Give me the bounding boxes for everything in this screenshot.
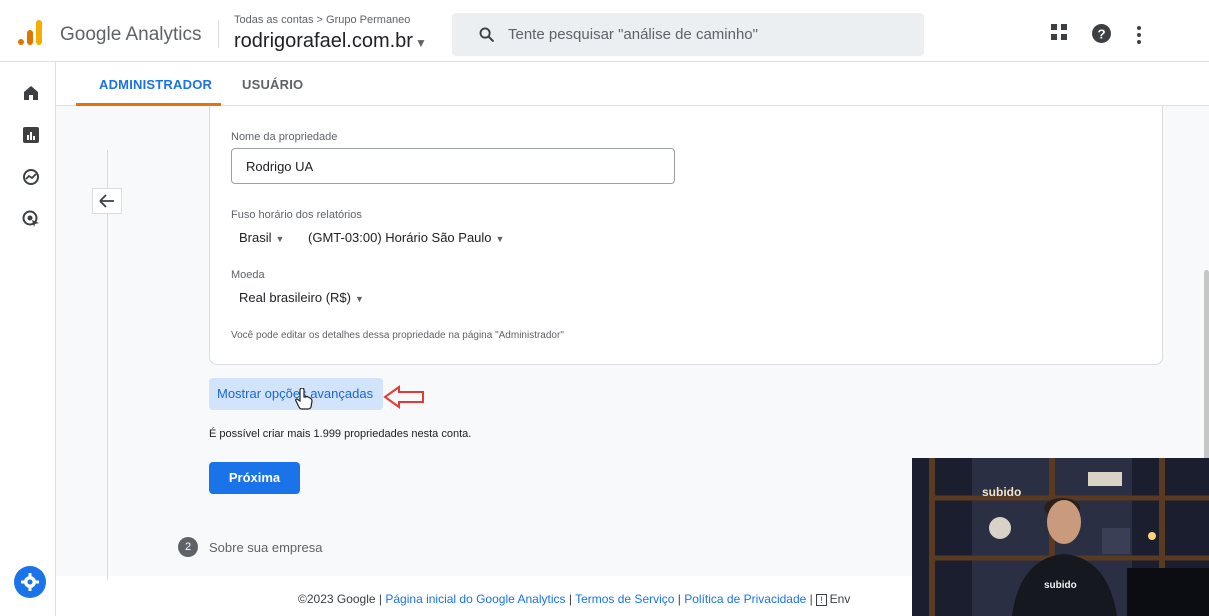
chevron-down-icon: ▼ <box>414 36 427 50</box>
footer-link-home[interactable]: Página inicial do Google Analytics <box>385 592 565 606</box>
country-dropdown[interactable]: Brasil ▼ <box>239 230 284 245</box>
timezone-label: Fuso horário dos relatórios <box>231 209 362 221</box>
webcam-sign-text: subido <box>982 485 1021 499</box>
step-number-badge: 2 <box>178 537 198 557</box>
left-navigation <box>0 62 56 616</box>
explore-icon[interactable] <box>22 168 40 186</box>
scrollbar[interactable] <box>1204 270 1209 460</box>
properties-remaining-note: É possível criar mais 1.999 propriedades… <box>209 428 472 440</box>
help-icon[interactable]: ? <box>1092 24 1111 43</box>
home-icon[interactable] <box>22 84 40 102</box>
header-divider <box>218 20 219 48</box>
account-selector[interactable]: rodrigorafael.com.br ▼ <box>234 30 427 53</box>
webcam-scene-image: subido subido <box>912 458 1209 616</box>
timezone-dropdown[interactable]: (GMT-03:00) Horário São Paulo ▼ <box>308 230 504 245</box>
tab-administrador[interactable]: ADMINISTRADOR <box>99 77 212 92</box>
svg-text:?: ? <box>1097 26 1105 41</box>
property-name-input[interactable] <box>231 148 675 184</box>
search-icon <box>479 27 494 42</box>
timezone-value: (GMT-03:00) Horário São Paulo <box>308 230 492 245</box>
reports-icon[interactable] <box>22 126 40 144</box>
currency-value: Real brasileiro (R$) <box>239 290 351 305</box>
feedback-icon[interactable]: ! <box>816 594 827 606</box>
arrow-left-icon <box>99 194 114 208</box>
account-breadcrumb[interactable]: Todas as contas > Grupo Permaneo <box>234 14 410 26</box>
advertising-icon[interactable] <box>22 210 40 228</box>
presenter-webcam-overlay: subido subido <box>912 458 1209 616</box>
more-vert-icon[interactable] <box>1136 26 1142 44</box>
admin-tabs: ADMINISTRADOR USUÁRIO <box>56 62 1209 106</box>
apps-grid-icon[interactable] <box>1051 24 1067 40</box>
property-name-label: Nome da propriedade <box>231 131 338 143</box>
chevron-down-icon: ▼ <box>275 234 285 244</box>
hand-cursor-icon <box>295 388 313 410</box>
top-app-bar: Google Analytics Todas as contas > Grupo… <box>0 0 1209 62</box>
account-name: rodrigorafael.com.br <box>234 30 413 52</box>
search-bar[interactable] <box>452 13 924 56</box>
currency-label: Moeda <box>231 269 265 281</box>
property-help-text: Você pode editar os detalhes dessa propr… <box>231 330 564 341</box>
back-button[interactable] <box>92 188 122 214</box>
product-name: Google Analytics <box>60 24 202 45</box>
settings-gear-icon <box>21 573 39 591</box>
footer-links: ©2023 Google | Página inicial do Google … <box>298 592 851 606</box>
next-button[interactable]: Próxima <box>209 462 300 494</box>
footer-link-terms[interactable]: Termos de Serviço <box>575 592 674 606</box>
search-input[interactable] <box>508 13 908 56</box>
footer-link-privacy[interactable]: Política de Privacidade <box>684 592 806 606</box>
admin-settings-button[interactable] <box>14 566 46 598</box>
annotation-arrow-icon <box>383 385 424 409</box>
currency-dropdown[interactable]: Real brasileiro (R$) ▼ <box>239 290 364 305</box>
chevron-down-icon: ▼ <box>495 234 505 244</box>
tab-usuario[interactable]: USUÁRIO <box>242 77 303 92</box>
chevron-down-icon: ▼ <box>354 294 364 304</box>
analytics-logo-icon <box>18 20 42 45</box>
webcam-shirt-text: subido <box>1044 580 1077 591</box>
step-title-about-business[interactable]: Sobre sua empresa <box>209 540 322 555</box>
stepper-line <box>107 150 108 580</box>
copyright: ©2023 Google <box>298 592 376 606</box>
feedback-link[interactable]: Env <box>830 592 851 606</box>
country-value: Brasil <box>239 230 272 245</box>
